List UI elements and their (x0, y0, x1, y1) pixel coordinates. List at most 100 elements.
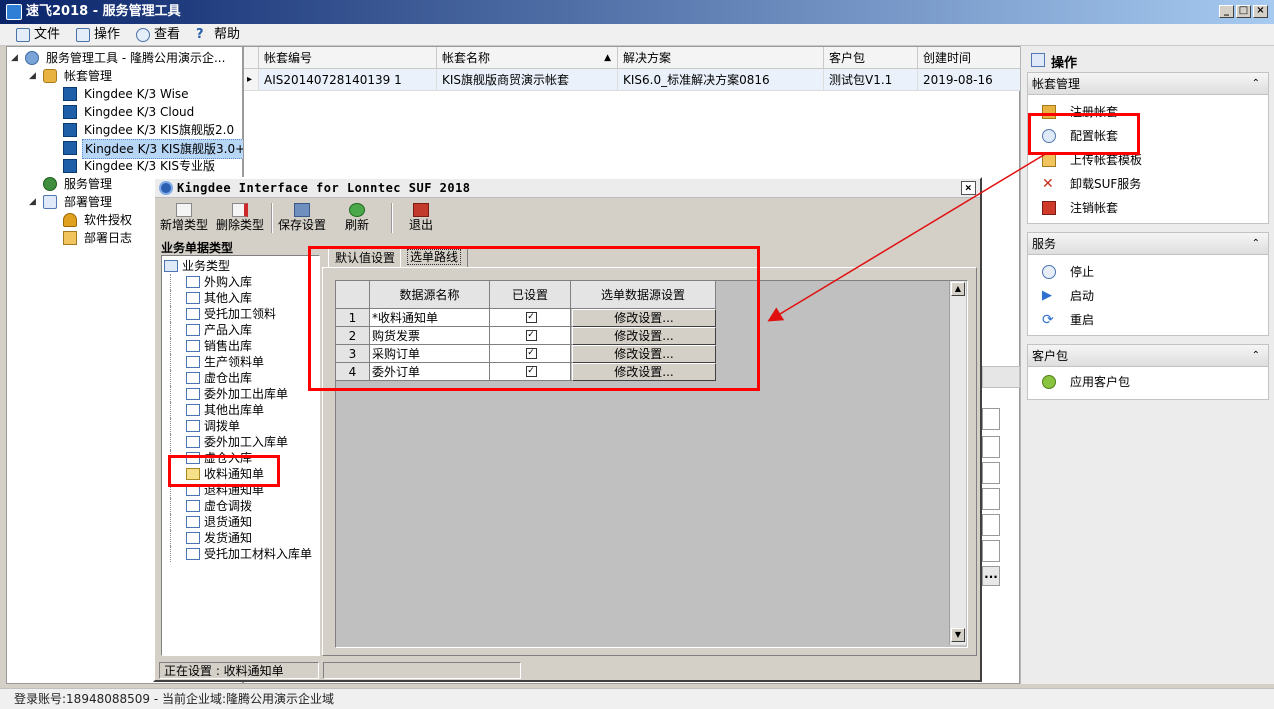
unregister-account-button[interactable]: 注销帐套 (1040, 197, 1118, 219)
operations-title: 操作 (1051, 56, 1078, 71)
menu-action-label: 操作 (94, 27, 121, 42)
data-source-name[interactable]: 购货发票 (370, 327, 490, 345)
column-header-sorted[interactable]: 帐套名称 ▲ (437, 47, 618, 69)
table-cell[interactable]: KIS6.0_标准解决方案0816 (618, 69, 824, 91)
configured-checkbox[interactable]: ✓ (525, 330, 537, 341)
modify-settings-button[interactable]: 修改设置... (572, 345, 716, 363)
table-cell[interactable]: 2019-08-16 (918, 69, 1021, 91)
configure-account-button[interactable]: 配置帐套 (1040, 125, 1118, 147)
item-label: 注册帐套 (1070, 105, 1119, 119)
modify-settings-button[interactable]: 修改设置... (572, 363, 716, 381)
background-field (982, 462, 1000, 484)
section-header[interactable]: 客户包 ⌃ (1028, 345, 1268, 367)
collapse-icon[interactable]: ⌃ (1252, 233, 1260, 255)
tree-line (170, 482, 184, 498)
configured-checkbox[interactable]: ✓ (525, 366, 537, 377)
business-type-tree: 业务类型 外购入库 其他入库 受托加工领料 产品入库 销售出库 生产领料单 虚仓出库 委外加工… (161, 255, 320, 656)
type-item-label: 发货通知 (204, 531, 253, 545)
column-header[interactable]: 已设置 (490, 281, 571, 309)
tab-route[interactable]: 选单路线 (400, 247, 469, 268)
grid-icon (164, 260, 178, 272)
document-icon (186, 484, 200, 496)
exit-button[interactable]: 退出 (403, 201, 439, 235)
item-label: 启动 (1070, 289, 1095, 303)
type-item-label: 受托加工领料 (204, 307, 277, 321)
sort-asc-icon: ▲ (604, 53, 611, 63)
column-header[interactable]: 数据源名称 (370, 281, 490, 309)
menu-file[interactable]: 文件 (14, 26, 60, 44)
data-source-name[interactable]: 采购订单 (370, 345, 490, 363)
menu-help[interactable]: ? 帮助 (194, 26, 240, 44)
minimize-button[interactable]: _ (1219, 5, 1234, 18)
type-item-label: 受托加工材料入库单 (204, 547, 313, 561)
document-icon (186, 308, 200, 320)
save-settings-button[interactable]: 保存设置 (277, 201, 327, 235)
tab-default-values[interactable]: 默认值设置 (328, 248, 403, 268)
dialog-close-button[interactable]: × (961, 181, 976, 195)
document-icon (186, 452, 200, 464)
tree-services-label: 服务管理 (64, 177, 113, 191)
collapse-icon[interactable]: ⌃ (1252, 345, 1260, 367)
tree-line (170, 546, 184, 562)
save-icon (294, 203, 310, 217)
data-source-name[interactable]: *收料通知单 (370, 309, 490, 327)
column-header[interactable]: 创建时间 (918, 47, 1021, 69)
register-account-button[interactable]: 注册帐套 (1040, 101, 1118, 123)
column-header[interactable]: 选单数据源设置 (571, 281, 716, 309)
stop-service-button[interactable]: 停止 (1040, 261, 1094, 283)
tree-line (170, 450, 184, 466)
background-field (982, 436, 1000, 458)
restart-service-button[interactable]: ⟳ 重启 (1040, 309, 1094, 331)
refresh-button[interactable]: 刷新 (339, 201, 375, 235)
toolbar-label: 退出 (408, 218, 433, 232)
column-header[interactable]: 帐套编号 (259, 47, 437, 69)
maximize-button[interactable]: □ (1236, 5, 1251, 18)
item-label: 配置帐套 (1070, 129, 1119, 143)
collapse-icon[interactable]: ◢ (29, 71, 36, 81)
modify-settings-button[interactable]: 修改设置... (572, 327, 716, 345)
data-source-name[interactable]: 委外订单 (370, 363, 490, 381)
book-icon (63, 159, 77, 173)
deploy-icon (43, 195, 57, 209)
column-header[interactable]: 解决方案 (618, 47, 824, 69)
start-service-button[interactable]: ▶ 启动 (1040, 285, 1094, 307)
tree-line (170, 322, 184, 338)
scroll-down-icon[interactable]: ▼ (951, 628, 965, 642)
tree-product-label: Kingdee K/3 KIS旗舰版3.0+ (82, 139, 249, 159)
menu-action[interactable]: 操作 (74, 26, 120, 44)
section-header[interactable]: 服务 ⌃ (1028, 233, 1268, 255)
collapse-icon[interactable]: ◢ (11, 53, 18, 63)
background-ellipsis-button[interactable]: ... (982, 566, 1000, 586)
document-icon (186, 532, 200, 544)
item-label: 上传帐套模板 (1070, 153, 1143, 167)
modify-settings-button[interactable]: 修改设置... (572, 309, 716, 327)
document-icon (186, 516, 200, 528)
section-header[interactable]: 帐套管理 ⌃ (1028, 73, 1268, 95)
column-header[interactable]: 客户包 (824, 47, 918, 69)
table-cell[interactable]: KIS旗舰版商贸演示帐套 (437, 69, 618, 91)
configured-checkbox[interactable]: ✓ (525, 312, 537, 323)
toolbar-label: 删除类型 (215, 218, 264, 232)
add-type-button[interactable]: 新增类型 (159, 201, 209, 235)
uninstall-suf-button[interactable]: ✕ 卸载SUF服务 (1040, 173, 1141, 195)
configured-cell: ✓ (490, 327, 571, 345)
collapse-icon[interactable]: ◢ (29, 197, 36, 207)
tree-accounts-label: 帐套管理 (64, 69, 113, 83)
upload-template-button[interactable]: 上传帐套模板 (1040, 149, 1142, 171)
table-cell[interactable]: 测试包V1.1 (824, 69, 918, 91)
book-icon (63, 105, 77, 119)
close-button[interactable]: × (1253, 5, 1268, 18)
scroll-up-icon[interactable]: ▲ (951, 282, 965, 296)
stop-icon (1042, 265, 1056, 279)
apply-package-button[interactable]: 应用客户包 (1040, 371, 1130, 393)
collapse-icon[interactable]: ⌃ (1252, 73, 1260, 95)
type-item-label: 退料通知单 (204, 483, 265, 497)
menu-view[interactable]: 查看 (134, 26, 180, 44)
vertical-scrollbar[interactable]: ▲ ▼ (949, 281, 966, 645)
refresh-icon: ⟳ (1042, 312, 1054, 328)
table-cell[interactable]: AIS20140728140139 1 (259, 69, 437, 91)
delete-type-button[interactable]: 删除类型 (213, 201, 267, 235)
book-icon (63, 123, 77, 137)
toolbar-separator (271, 203, 273, 233)
configured-checkbox[interactable]: ✓ (525, 348, 537, 359)
